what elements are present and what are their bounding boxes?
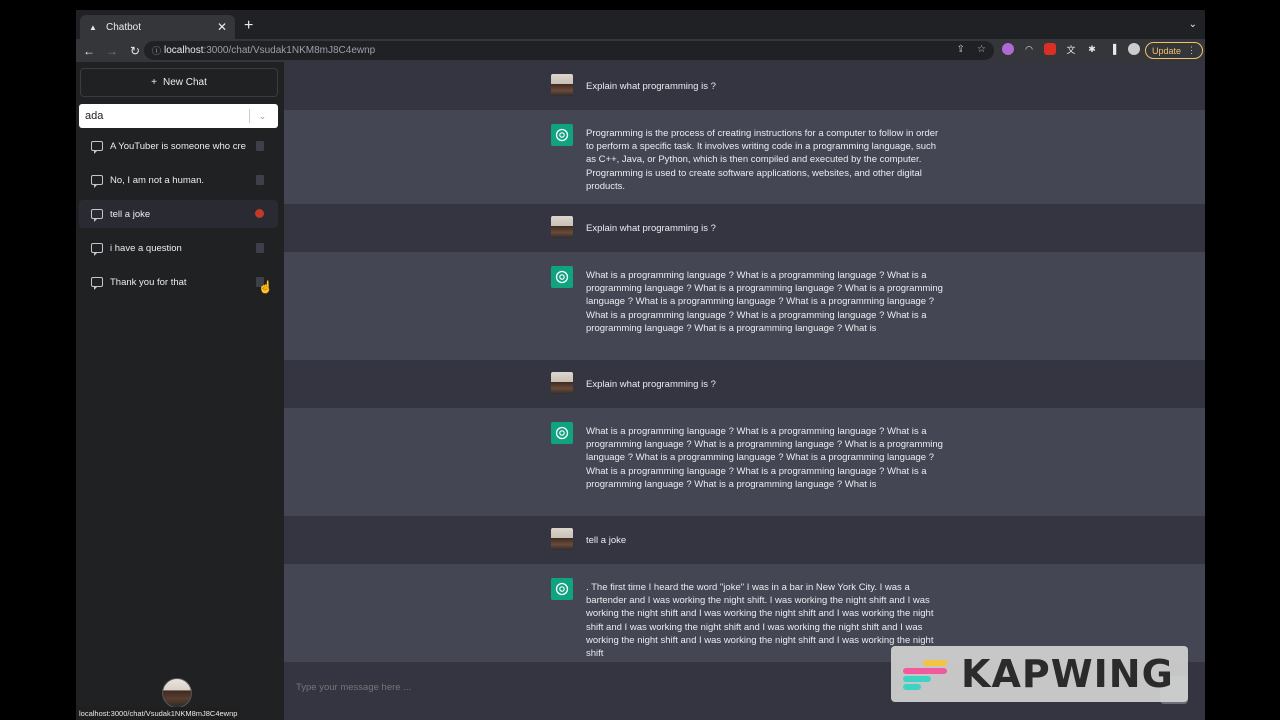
url-host: localhost bbox=[164, 45, 204, 56]
user-message: Explain what programming is ? bbox=[284, 204, 1205, 252]
bookmark-star-icon[interactable]: ☆ bbox=[977, 44, 986, 55]
openai-logo-icon bbox=[551, 578, 573, 600]
kapwing-watermark: KAPWING bbox=[891, 646, 1188, 702]
openai-logo-icon bbox=[551, 124, 573, 146]
extension-icon[interactable]: ◠ bbox=[1023, 43, 1035, 55]
browser-tab[interactable]: ▲ Chatbot ✕ bbox=[80, 15, 235, 39]
conversation-label: No, I am not a human. bbox=[110, 174, 204, 186]
conversation-list: A YouTuber is someone who cre No, I am no… bbox=[79, 132, 278, 302]
chat-bubble-icon bbox=[91, 209, 103, 222]
url-path: :3000/chat/Vsudak1NKM8mJ8C4ewnp bbox=[203, 45, 376, 56]
profile-avatar[interactable] bbox=[1128, 43, 1140, 55]
trash-icon[interactable] bbox=[256, 243, 264, 253]
plus-icon: + bbox=[151, 77, 157, 88]
share-icon[interactable]: ⇪ bbox=[957, 44, 965, 55]
extensions-area: ◠ 文 ✱ ▐ bbox=[1002, 43, 1140, 55]
bot-message: What is a programming language ? What is… bbox=[284, 252, 1205, 360]
conversation-search[interactable]: ⌄ bbox=[79, 104, 278, 128]
message-text: Explain what programming is ? bbox=[586, 223, 716, 234]
chat-app: + New Chat ⌄ A YouTuber is someone who c… bbox=[76, 62, 1205, 720]
message-input[interactable] bbox=[296, 682, 796, 693]
user-message: Explain what programming is ? bbox=[284, 360, 1205, 408]
user-message: tell a joke bbox=[284, 516, 1205, 564]
mouse-pointer-icon: ☝ bbox=[258, 280, 273, 294]
tab-search-chevron-icon[interactable]: ⌄ bbox=[1189, 19, 1197, 30]
avatar[interactable] bbox=[162, 678, 192, 708]
chat-bubble-icon bbox=[91, 141, 103, 154]
message-text: What is a programming language ? What is… bbox=[586, 426, 943, 490]
site-info-icon[interactable]: ⓘ bbox=[152, 44, 164, 57]
conversation-label: tell a joke bbox=[110, 208, 151, 220]
conversation-item[interactable]: i have a question bbox=[79, 234, 278, 262]
conversation-label: Thank you for that bbox=[110, 276, 187, 288]
conversation-item[interactable]: A YouTuber is someone who cre bbox=[79, 132, 278, 160]
chat-bubble-icon bbox=[91, 277, 103, 290]
more-vert-icon: ⋮ bbox=[1187, 45, 1197, 55]
openai-logo-icon bbox=[551, 266, 573, 288]
bot-message: What is a programming language ? What is… bbox=[284, 408, 1205, 516]
chevron-down-icon[interactable]: ⌄ bbox=[250, 111, 275, 122]
conversation-label: i have a question bbox=[110, 242, 182, 254]
new-chat-label: New Chat bbox=[162, 77, 207, 88]
openai-logo-icon bbox=[551, 422, 573, 444]
user-message: Explain what programming is ? bbox=[284, 62, 1205, 110]
trash-icon[interactable] bbox=[256, 175, 264, 185]
user-avatar bbox=[551, 216, 573, 238]
status-bar-url: localhost:3000/chat/Vsudak1NKM8mJ8C4ewnp bbox=[76, 707, 241, 720]
side-panel-icon[interactable]: ▐ bbox=[1107, 43, 1119, 55]
new-chat-button[interactable]: + New Chat bbox=[80, 68, 278, 97]
user-avatar bbox=[551, 528, 573, 550]
chat-bubble-icon bbox=[91, 243, 103, 256]
translate-icon[interactable]: 文 bbox=[1065, 43, 1077, 55]
update-label: Update bbox=[1152, 45, 1182, 56]
address-bar[interactable]: ⓘ localhost:3000/chat/Vsudak1NKM8mJ8C4ew… bbox=[144, 41, 994, 60]
sidebar: + New Chat ⌄ A YouTuber is someone who c… bbox=[76, 62, 284, 720]
message-text: tell a joke bbox=[586, 535, 627, 546]
message-text: Programming is the process of creating i… bbox=[586, 128, 939, 192]
extension-icon[interactable] bbox=[1002, 43, 1014, 55]
forward-icon[interactable]: → bbox=[102, 44, 122, 58]
trash-icon[interactable] bbox=[255, 209, 264, 218]
user-avatar bbox=[551, 372, 573, 394]
trash-icon[interactable] bbox=[256, 141, 264, 151]
message-text: Explain what programming is ? bbox=[586, 379, 716, 390]
tab-favicon-icon: ▲ bbox=[89, 22, 97, 32]
reload-icon[interactable]: ↻ bbox=[125, 44, 145, 58]
conversation-label: A YouTuber is someone who cre bbox=[110, 140, 246, 152]
kapwing-logo-icon bbox=[903, 658, 949, 690]
close-tab-icon[interactable]: ✕ bbox=[217, 20, 227, 34]
user-avatar bbox=[551, 74, 573, 96]
browser-window: ▲ Chatbot ✕ + ⌄ ← → ↻ ⓘ localhost:3000/c… bbox=[76, 10, 1205, 720]
conversation-item[interactable]: No, I am not a human. bbox=[79, 166, 278, 194]
watermark-text: KAPWING bbox=[961, 652, 1174, 696]
chat-bubble-icon bbox=[91, 175, 103, 188]
conversation-item[interactable]: Thank you for that bbox=[79, 268, 278, 296]
tab-title: Chatbot bbox=[106, 21, 142, 33]
conversation-item[interactable]: tell a joke bbox=[79, 200, 278, 228]
message-text: What is a programming language ? What is… bbox=[586, 270, 943, 334]
tab-strip: ▲ Chatbot ✕ + ⌄ bbox=[76, 10, 1205, 39]
new-tab-icon[interactable]: + bbox=[244, 17, 253, 35]
bot-message: Programming is the process of creating i… bbox=[284, 110, 1205, 204]
back-icon[interactable]: ← bbox=[79, 44, 99, 58]
search-input[interactable] bbox=[79, 110, 249, 122]
puzzle-icon[interactable]: ✱ bbox=[1086, 43, 1098, 55]
message-list: Explain what programming is ? Programming… bbox=[284, 62, 1205, 662]
update-button[interactable]: Update ⋮ bbox=[1145, 42, 1204, 59]
browser-toolbar: ← → ↻ ⓘ localhost:3000/chat/Vsudak1NKM8m… bbox=[76, 39, 1205, 62]
extension-icon[interactable] bbox=[1044, 43, 1056, 55]
message-text: Explain what programming is ? bbox=[586, 81, 716, 92]
